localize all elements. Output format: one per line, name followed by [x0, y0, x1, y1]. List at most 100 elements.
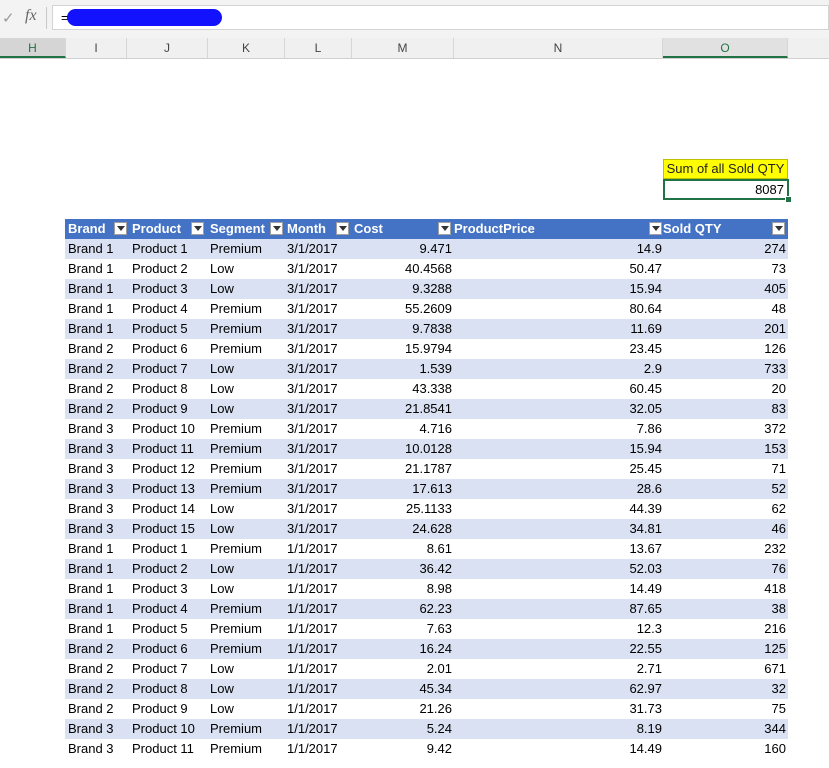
cell-sold-qty[interactable]: 733 — [663, 359, 786, 379]
cell-cost[interactable]: 40.4568 — [354, 259, 452, 279]
cell-sold-qty[interactable]: 160 — [663, 739, 786, 759]
cell-product-price[interactable]: 44.39 — [454, 499, 662, 519]
cell-month[interactable]: 3/1/2017 — [287, 279, 350, 299]
cell-cost[interactable]: 8.61 — [354, 539, 452, 559]
cell-product[interactable]: Product 1 — [132, 239, 208, 259]
column-header-l[interactable]: L — [285, 38, 352, 58]
cell-month[interactable]: 3/1/2017 — [287, 379, 350, 399]
cell-cost[interactable]: 17.613 — [354, 479, 452, 499]
cell-product-price[interactable]: 32.05 — [454, 399, 662, 419]
cell-product-price[interactable]: 34.81 — [454, 519, 662, 539]
column-header-k[interactable]: K — [208, 38, 285, 58]
cell-segment[interactable]: Premium — [210, 419, 286, 439]
cell-product-price[interactable]: 15.94 — [454, 279, 662, 299]
cell-month[interactable]: 1/1/2017 — [287, 539, 350, 559]
cell-product-price[interactable]: 62.97 — [454, 679, 662, 699]
cell-month[interactable]: 1/1/2017 — [287, 739, 350, 759]
cell-cost[interactable]: 9.7838 — [354, 319, 452, 339]
cell-product-price[interactable]: 13.67 — [454, 539, 662, 559]
cell-month[interactable]: 1/1/2017 — [287, 679, 350, 699]
cell-segment[interactable]: Low — [210, 579, 286, 599]
cell-cost[interactable]: 25.1133 — [354, 499, 452, 519]
cell-product[interactable]: Product 6 — [132, 339, 208, 359]
cell-month[interactable]: 3/1/2017 — [287, 359, 350, 379]
cell-month[interactable]: 1/1/2017 — [287, 579, 350, 599]
column-header-n[interactable]: N — [454, 38, 663, 58]
cell-segment[interactable]: Low — [210, 679, 286, 699]
cell-brand[interactable]: Brand 2 — [68, 359, 126, 379]
cell-segment[interactable]: Low — [210, 559, 286, 579]
cell-cost[interactable]: 15.9794 — [354, 339, 452, 359]
cell-segment[interactable]: Premium — [210, 479, 286, 499]
cell-product[interactable]: Product 2 — [132, 259, 208, 279]
cell-sold-qty[interactable]: 125 — [663, 639, 786, 659]
cell-brand[interactable]: Brand 1 — [68, 539, 126, 559]
cell-product-price[interactable]: 80.64 — [454, 299, 662, 319]
cell-sold-qty[interactable]: 232 — [663, 539, 786, 559]
cell-cost[interactable]: 9.3288 — [354, 279, 452, 299]
cell-segment[interactable]: Low — [210, 259, 286, 279]
cell-product[interactable]: Product 7 — [132, 359, 208, 379]
cell-month[interactable]: 3/1/2017 — [287, 259, 350, 279]
cell-brand[interactable]: Brand 3 — [68, 719, 126, 739]
cell-segment[interactable]: Premium — [210, 319, 286, 339]
cell-sold-qty[interactable]: 52 — [663, 479, 786, 499]
cell-segment[interactable]: Low — [210, 359, 286, 379]
cell-brand[interactable]: Brand 1 — [68, 599, 126, 619]
cell-product[interactable]: Product 1 — [132, 539, 208, 559]
column-header-h[interactable]: H — [0, 38, 66, 58]
cell-segment[interactable]: Low — [210, 659, 286, 679]
cell-sold-qty[interactable]: 344 — [663, 719, 786, 739]
cell-cost[interactable]: 10.0128 — [354, 439, 452, 459]
cell-month[interactable]: 3/1/2017 — [287, 479, 350, 499]
cell-month[interactable]: 3/1/2017 — [287, 299, 350, 319]
cell-brand[interactable]: Brand 1 — [68, 579, 126, 599]
cell-product-price[interactable]: 2.71 — [454, 659, 662, 679]
cell-sold-qty[interactable]: 32 — [663, 679, 786, 699]
filter-dropdown-cost-icon[interactable] — [438, 222, 451, 235]
cell-sold-qty[interactable]: 671 — [663, 659, 786, 679]
cell-cost[interactable]: 5.24 — [354, 719, 452, 739]
cell-sold-qty[interactable]: 274 — [663, 239, 786, 259]
cell-month[interactable]: 3/1/2017 — [287, 459, 350, 479]
cell-cost[interactable]: 62.23 — [354, 599, 452, 619]
column-header-j[interactable]: J — [127, 38, 208, 58]
cell-segment[interactable]: Premium — [210, 719, 286, 739]
cell-month[interactable]: 1/1/2017 — [287, 599, 350, 619]
cell-product-price[interactable]: 87.65 — [454, 599, 662, 619]
cell-product-price[interactable]: 14.9 — [454, 239, 662, 259]
cell-product[interactable]: Product 3 — [132, 579, 208, 599]
filter-dropdown-month-icon[interactable] — [336, 222, 349, 235]
cell-cost[interactable]: 36.42 — [354, 559, 452, 579]
filter-dropdown-brand-icon[interactable] — [114, 222, 127, 235]
cell-cost[interactable]: 16.24 — [354, 639, 452, 659]
cell-product[interactable]: Product 3 — [132, 279, 208, 299]
cell-cost[interactable]: 24.628 — [354, 519, 452, 539]
cell-sold-qty[interactable]: 62 — [663, 499, 786, 519]
cell-brand[interactable]: Brand 2 — [68, 679, 126, 699]
cell-product[interactable]: Product 11 — [132, 439, 208, 459]
cell-sold-qty[interactable]: 73 — [663, 259, 786, 279]
cell-brand[interactable]: Brand 1 — [68, 319, 126, 339]
cell-month[interactable]: 3/1/2017 — [287, 519, 350, 539]
cell-product[interactable]: Product 13 — [132, 479, 208, 499]
cell-month[interactable]: 1/1/2017 — [287, 559, 350, 579]
cell-sold-qty[interactable]: 46 — [663, 519, 786, 539]
cell-brand[interactable]: Brand 1 — [68, 619, 126, 639]
cell-product[interactable]: Product 12 — [132, 459, 208, 479]
cell-sold-qty[interactable]: 48 — [663, 299, 786, 319]
filter-dropdown-sold-qty-icon[interactable] — [772, 222, 785, 235]
cell-brand[interactable]: Brand 1 — [68, 239, 126, 259]
cell-sold-qty[interactable]: 20 — [663, 379, 786, 399]
cell-segment[interactable]: Low — [210, 699, 286, 719]
cell-sold-qty[interactable]: 71 — [663, 459, 786, 479]
cell-month[interactable]: 1/1/2017 — [287, 699, 350, 719]
cell-brand[interactable]: Brand 2 — [68, 399, 126, 419]
cell-segment[interactable]: Premium — [210, 599, 286, 619]
cell-product-price[interactable]: 15.94 — [454, 439, 662, 459]
cell-product-price[interactable]: 52.03 — [454, 559, 662, 579]
cell-product[interactable]: Product 2 — [132, 559, 208, 579]
column-header-i[interactable]: I — [66, 38, 127, 58]
cell-segment[interactable]: Low — [210, 279, 286, 299]
cell-sold-qty[interactable]: 153 — [663, 439, 786, 459]
